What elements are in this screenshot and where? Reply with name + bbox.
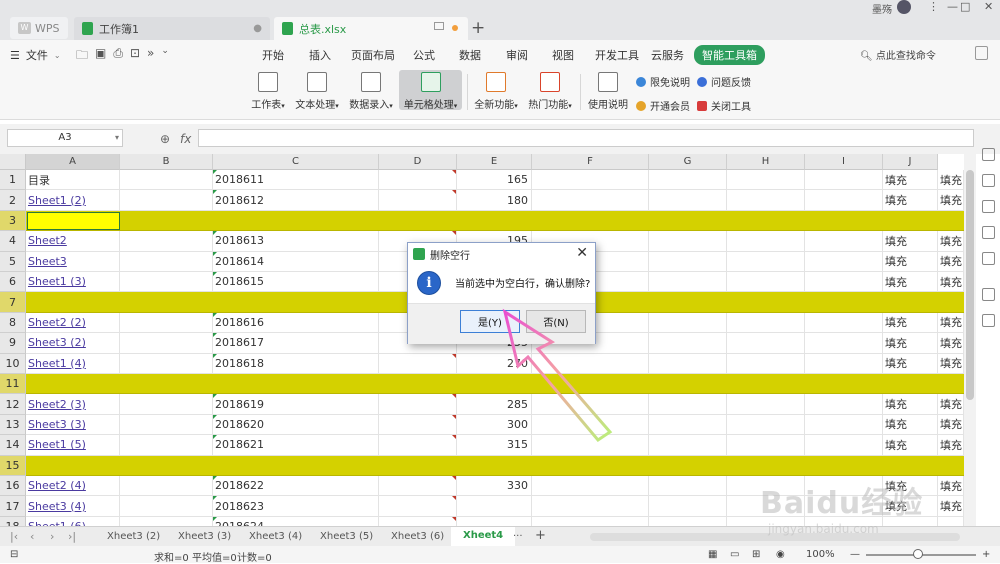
- watermark-logo: Baidu经验: [760, 486, 924, 521]
- arrow-pointer-icon: [502, 308, 613, 442]
- baidu-watermark: Baidu经验 jingyan.baidu.com: [760, 470, 960, 550]
- watermark-url: jingyan.baidu.com: [768, 522, 879, 536]
